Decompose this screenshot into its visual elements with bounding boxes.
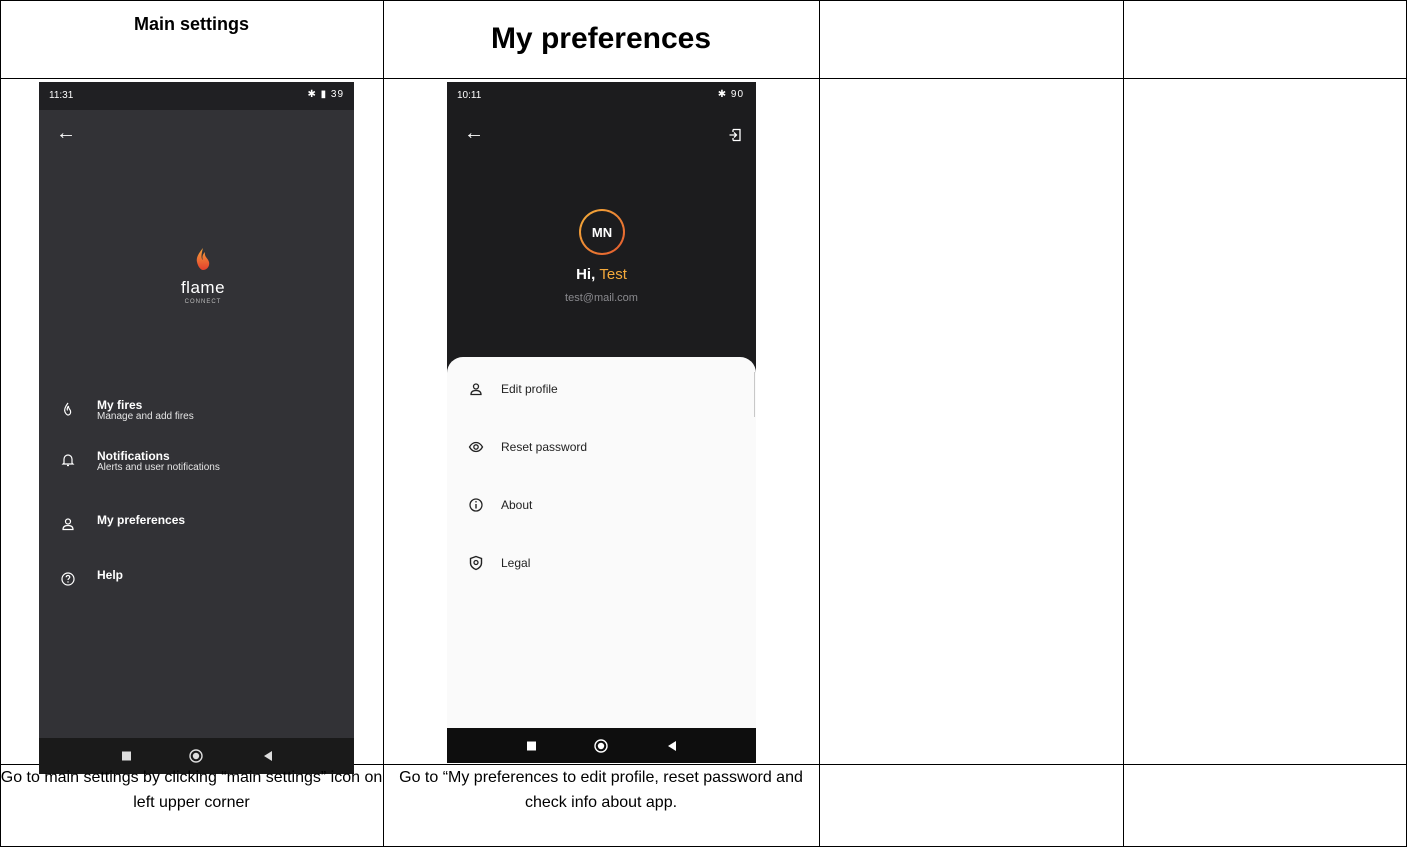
menu-item-title: Help	[97, 568, 124, 582]
main-settings-screenshot: 11:31 ✱ ▮ 39 ← flame CONNECT My fires Ma…	[39, 82, 354, 774]
table-border	[0, 0, 1407, 1]
back-nav-button[interactable]	[263, 750, 273, 762]
back-arrow-icon[interactable]: ←	[464, 122, 484, 145]
caption-main-settings: Go to main settings by clicking “main se…	[0, 769, 383, 811]
status-icons: ✱ ▮ 39	[307, 89, 344, 100]
table-border	[1123, 0, 1124, 847]
logout-icon[interactable]	[728, 128, 742, 142]
menu-item-label: About	[501, 498, 533, 512]
greeting: Hi, Test	[447, 266, 756, 283]
status-bar: 11:31 ✱ ▮ 39	[39, 82, 354, 110]
bell-icon	[61, 454, 75, 467]
flame-icon	[64, 402, 72, 416]
status-bar: 10:11 ✱ 90	[447, 82, 756, 110]
avatar-initials: MN	[581, 211, 623, 253]
status-time: 10:11	[457, 90, 482, 101]
table-border	[819, 0, 820, 847]
preferences-sheet	[447, 357, 756, 763]
home-button[interactable]	[594, 738, 608, 753]
my-preferences-screenshot: 10:11 ✱ 90 ← MN Hi, Test test@mail.com E…	[447, 82, 756, 763]
logo-word: flame	[180, 278, 226, 297]
menu-item-title: Notifications	[97, 449, 170, 463]
status-time: 11:31	[49, 90, 74, 101]
column-header-my-preferences: My preferences	[490, 22, 712, 55]
recent-apps-button[interactable]	[527, 741, 536, 750]
user-name: Test	[599, 266, 627, 283]
recent-apps-button[interactable]	[122, 751, 131, 761]
back-nav-button[interactable]	[667, 740, 677, 752]
menu-item-label: Edit profile	[501, 382, 558, 396]
avatar: MN	[579, 209, 625, 255]
help-icon	[61, 572, 75, 586]
menu-item-subtitle: Manage and add fires	[97, 411, 194, 422]
greeting-prefix: Hi,	[576, 266, 600, 283]
info-icon	[469, 498, 483, 512]
shield-icon	[469, 555, 483, 571]
table-border	[383, 0, 384, 847]
column-header-main-settings: Main settings	[133, 14, 249, 34]
status-icons: ✱ 90	[717, 89, 744, 100]
android-nav-bar	[447, 728, 756, 763]
menu-item-label: Reset password	[501, 440, 588, 454]
caption-my-preferences: Go to “My preferences to edit profile, r…	[399, 769, 803, 811]
menu-item-title: My preferences	[97, 513, 186, 527]
profile-header: 10:11 ✱ 90 ← MN Hi, Test test@mail.com	[447, 82, 756, 392]
logo-subtitle: CONNECT	[184, 299, 222, 305]
back-arrow-icon[interactable]: ←	[56, 122, 76, 145]
menu-item-title: My fires	[97, 398, 143, 412]
table-border	[0, 0, 1, 847]
divider	[754, 372, 755, 417]
flame-logo-icon	[196, 248, 210, 270]
eye-icon	[468, 441, 484, 453]
user-icon	[470, 383, 482, 396]
home-button[interactable]	[189, 749, 203, 763]
menu-item-subtitle: Alerts and user notifications	[97, 462, 220, 473]
menu-item-label: Legal	[501, 556, 531, 570]
user-email: test@mail.com	[565, 292, 638, 304]
flame-logo: flame CONNECT	[173, 247, 233, 305]
user-icon	[62, 518, 74, 531]
table-border	[0, 78, 1407, 79]
